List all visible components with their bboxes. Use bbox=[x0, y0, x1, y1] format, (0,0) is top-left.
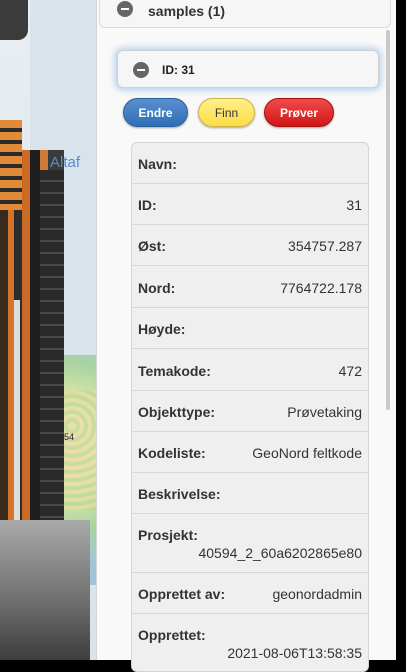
property-label: Kodeliste: bbox=[138, 445, 206, 461]
samples-group-header[interactable]: samples (1) bbox=[99, 0, 391, 28]
property-value: 354757.287 bbox=[288, 238, 362, 254]
map-place-label: Altaf bbox=[50, 154, 81, 171]
property-label: Prosjekt: bbox=[138, 527, 198, 543]
property-value: geonordadmin bbox=[272, 586, 362, 602]
property-label: Temakode: bbox=[138, 363, 211, 379]
property-value: 2021-08-06T13:58:35 bbox=[227, 645, 362, 661]
property-label: Nord: bbox=[138, 280, 176, 296]
property-row: Høyde: bbox=[132, 308, 368, 349]
property-row: Kodeliste: GeoNord feltkode bbox=[132, 432, 368, 473]
property-row: Prosjekt: 40594_2_60a6202865e80 bbox=[132, 514, 368, 573]
drill-rig-pipe bbox=[14, 300, 20, 540]
drill-rig-column bbox=[40, 170, 64, 530]
samples-button[interactable]: Prøver bbox=[264, 98, 334, 127]
property-label: Navn: bbox=[138, 156, 177, 172]
map-background[interactable]: Altaf 54 bbox=[0, 0, 100, 660]
property-value: 7764722.178 bbox=[280, 280, 362, 296]
properties-table: Navn: ID: 31 Øst: 354757.287 Nord: 77647… bbox=[131, 142, 369, 672]
map-terrain bbox=[60, 390, 100, 510]
property-value: Prøvetaking bbox=[287, 404, 362, 420]
property-row: Nord: 7764722.178 bbox=[132, 266, 368, 308]
property-label: ID: bbox=[138, 197, 157, 213]
selected-feature-id: ID: 31 bbox=[162, 63, 195, 77]
map-small-label: 54 bbox=[64, 432, 75, 442]
panel-scrollbar[interactable] bbox=[386, 30, 390, 410]
property-label: Høyde: bbox=[138, 321, 186, 337]
property-value: 472 bbox=[338, 363, 362, 379]
property-value: GeoNord feltkode bbox=[252, 445, 362, 461]
collapse-icon[interactable] bbox=[117, 1, 133, 17]
drill-rig-base bbox=[0, 520, 90, 660]
property-row: ID: 31 bbox=[132, 184, 368, 225]
edit-button[interactable]: Endre bbox=[123, 98, 188, 127]
selected-feature-row[interactable]: ID: 31 bbox=[117, 50, 379, 88]
property-label: Opprettet av: bbox=[138, 586, 226, 602]
property-value: 31 bbox=[346, 197, 362, 213]
drill-rig-mast bbox=[0, 120, 22, 210]
property-row: Objekttype: Prøvetaking bbox=[132, 391, 368, 432]
property-label: Øst: bbox=[138, 238, 166, 254]
property-row: Opprettet av: geonordadmin bbox=[132, 573, 368, 614]
collapse-icon[interactable] bbox=[133, 62, 149, 78]
property-row: Opprettet: 2021-08-06T13:58:35 bbox=[132, 614, 368, 671]
property-row: Temakode: 472 bbox=[132, 349, 368, 391]
find-button[interactable]: Finn bbox=[198, 98, 255, 127]
property-label: Opprettet: bbox=[138, 627, 206, 643]
scrollbar-track bbox=[396, 0, 406, 660]
property-row: Beskrivelse: bbox=[132, 473, 368, 514]
property-label: Beskrivelse: bbox=[138, 486, 221, 502]
property-row: Øst: 354757.287 bbox=[132, 225, 368, 266]
property-value: 40594_2_60a6202865e80 bbox=[198, 545, 362, 561]
feature-info-panel: samples (1) ID: 31 Endre Finn Prøver Nav… bbox=[96, 0, 397, 672]
property-row: Navn: bbox=[132, 143, 368, 184]
property-label: Objekttype: bbox=[138, 404, 216, 420]
drill-rig-top bbox=[0, 0, 28, 40]
samples-group-title: samples (1) bbox=[148, 3, 226, 19]
